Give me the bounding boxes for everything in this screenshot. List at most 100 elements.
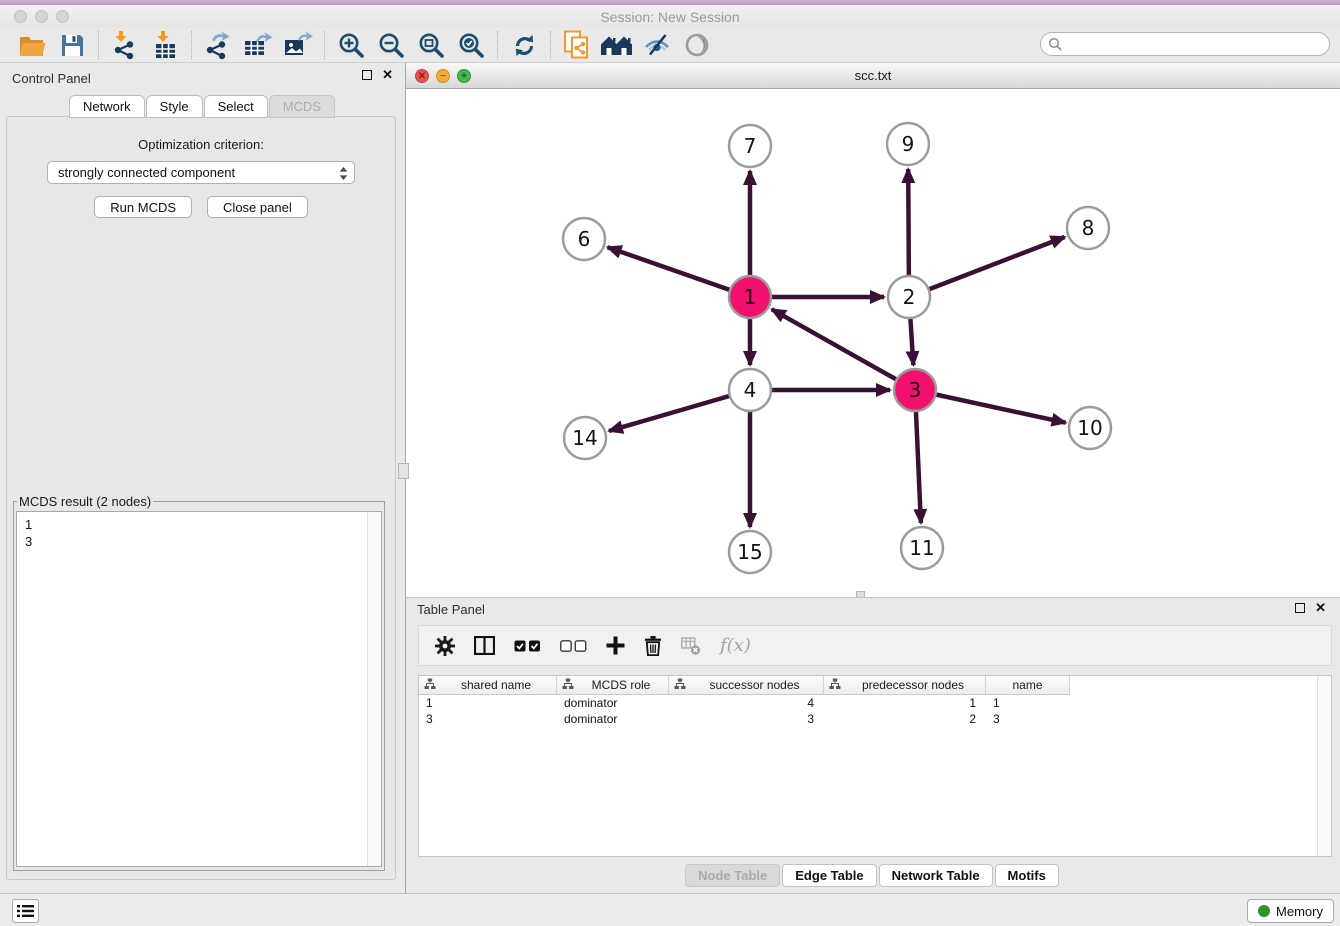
duplicate-network-icon[interactable] [557, 30, 597, 60]
graph-node-6[interactable]: 6 [563, 218, 605, 260]
select-all-rows-icon[interactable] [514, 640, 541, 652]
zoom-selected-icon[interactable] [451, 30, 491, 60]
table-cell[interactable]: 3 [986, 712, 1070, 726]
tab-network[interactable]: Network [69, 95, 145, 118]
graph-node-3[interactable]: 3 [894, 369, 936, 411]
table-scrollbar[interactable] [1317, 676, 1331, 856]
export-network-icon[interactable] [198, 30, 238, 60]
zoom-in-icon[interactable] [331, 30, 371, 60]
tab-edge-table[interactable]: Edge Table [782, 864, 876, 887]
svg-text:2: 2 [903, 285, 916, 309]
network-canvas[interactable]: 1 2 3 4 6 7 8 9 10 11 14 15 [406, 89, 1340, 597]
tab-node-table[interactable]: Node Table [685, 864, 780, 887]
mcds-result-item[interactable]: 1 [17, 512, 381, 533]
save-icon[interactable] [52, 30, 92, 60]
refresh-icon[interactable] [504, 30, 544, 60]
delete-table-icon[interactable] [681, 637, 701, 655]
table-cell[interactable]: 1 [986, 696, 1070, 710]
close-panel-button[interactable]: Close panel [207, 196, 308, 218]
tab-motifs[interactable]: Motifs [995, 864, 1059, 887]
network-window-titlebar[interactable]: ✕ − + scc.txt [406, 63, 1340, 89]
result-scrollbar[interactable] [367, 512, 381, 866]
task-history-button[interactable] [12, 899, 39, 923]
close-table-panel-icon[interactable]: ✕ [1315, 603, 1326, 613]
tree-icon [562, 678, 574, 693]
graph-edge-1-6[interactable] [608, 247, 750, 297]
control-panel-tabs: Network Style Select MCDS [0, 95, 405, 118]
mcds-result-list[interactable]: 13 [16, 511, 382, 867]
run-mcds-button[interactable]: Run MCDS [94, 196, 192, 218]
graph-edge-2-8[interactable] [909, 237, 1065, 297]
panel-resize-grip[interactable] [398, 463, 409, 479]
search-field-wrap [1040, 32, 1330, 56]
tab-select[interactable]: Select [204, 95, 268, 118]
mcds-result-title: MCDS result (2 nodes) [17, 494, 153, 509]
tab-mcds[interactable]: MCDS [269, 95, 335, 118]
table-row[interactable]: 3dominator323 [419, 711, 1331, 727]
graph-node-10[interactable]: 10 [1069, 407, 1111, 449]
graph-edge-3-1[interactable] [772, 309, 915, 390]
memory-button[interactable]: Memory [1247, 899, 1334, 923]
graph-node-7[interactable]: 7 [729, 125, 771, 167]
svg-text:14: 14 [572, 426, 597, 450]
status-bar: Memory [0, 893, 1340, 926]
table-cell[interactable]: 3 [669, 712, 824, 726]
zoom-fit-icon[interactable] [411, 30, 451, 60]
home-layout-icon[interactable] [597, 30, 637, 60]
search-icon [1048, 37, 1062, 56]
svg-text:10: 10 [1077, 416, 1102, 440]
float-panel-icon[interactable] [362, 70, 372, 80]
zoom-out-icon[interactable] [371, 30, 411, 60]
criterion-dropdown[interactable]: strongly connected component [47, 161, 355, 184]
table-cell[interactable]: 2 [824, 712, 986, 726]
export-image-icon[interactable] [278, 30, 318, 60]
open-file-icon[interactable] [12, 30, 52, 60]
deselect-all-rows-icon[interactable] [560, 640, 587, 652]
close-panel-icon[interactable]: ✕ [382, 70, 393, 80]
column-header-mcds-role[interactable]: MCDS role [557, 676, 669, 695]
table-panel: Table Panel ✕ [406, 597, 1340, 893]
column-header-shared-name[interactable]: shared name [419, 676, 557, 695]
mcds-result-item[interactable]: 3 [17, 533, 381, 550]
float-table-panel-icon[interactable] [1295, 603, 1305, 613]
column-header-successor-nodes[interactable]: successor nodes [669, 676, 824, 695]
table-cell[interactable]: 1 [824, 696, 986, 710]
graph-node-1[interactable]: 1 [729, 276, 771, 318]
tab-network-table[interactable]: Network Table [879, 864, 993, 887]
table-cell[interactable]: dominator [557, 712, 669, 726]
optimization-criterion-label: Optimization criterion: [7, 137, 395, 152]
graph-node-15[interactable]: 15 [729, 531, 771, 573]
column-header-name[interactable]: name [986, 676, 1070, 695]
graph-node-2[interactable]: 2 [888, 276, 930, 318]
table-cell[interactable]: 4 [669, 696, 824, 710]
node-table[interactable]: shared name MCDS role successor nodes pr… [418, 675, 1332, 857]
import-table-icon[interactable] [145, 30, 185, 60]
graph-node-14[interactable]: 14 [564, 417, 606, 459]
column-layout-icon[interactable] [474, 636, 495, 655]
delete-row-icon[interactable] [644, 636, 662, 656]
graph-node-4[interactable]: 4 [729, 369, 771, 411]
column-header-predecessor-nodes[interactable]: predecessor nodes [824, 676, 986, 695]
network-window-title: scc.txt [406, 68, 1340, 83]
settings-gear-icon[interactable] [435, 636, 455, 656]
graph-node-9[interactable]: 9 [887, 123, 929, 165]
table-row[interactable]: 1dominator411 [419, 695, 1331, 711]
table-cell[interactable]: 1 [419, 696, 557, 710]
memory-status-icon [1258, 905, 1270, 917]
function-builder-icon[interactable]: f(x) [720, 635, 751, 656]
search-input[interactable] [1040, 32, 1330, 56]
hide-eye-icon[interactable] [637, 30, 677, 60]
graph-node-8[interactable]: 8 [1067, 207, 1109, 249]
svg-text:7: 7 [744, 134, 757, 158]
tab-style[interactable]: Style [146, 95, 203, 118]
svg-text:8: 8 [1082, 216, 1095, 240]
table-cell[interactable]: 3 [419, 712, 557, 726]
import-network-icon[interactable] [105, 30, 145, 60]
graph-node-11[interactable]: 11 [901, 527, 943, 569]
graph-edge-3-10[interactable] [915, 390, 1066, 423]
table-cell[interactable]: dominator [557, 696, 669, 710]
export-table-icon[interactable] [238, 30, 278, 60]
toolbar-separator [550, 31, 551, 59]
show-eye-icon[interactable] [677, 30, 717, 60]
add-row-icon[interactable] [606, 636, 625, 655]
